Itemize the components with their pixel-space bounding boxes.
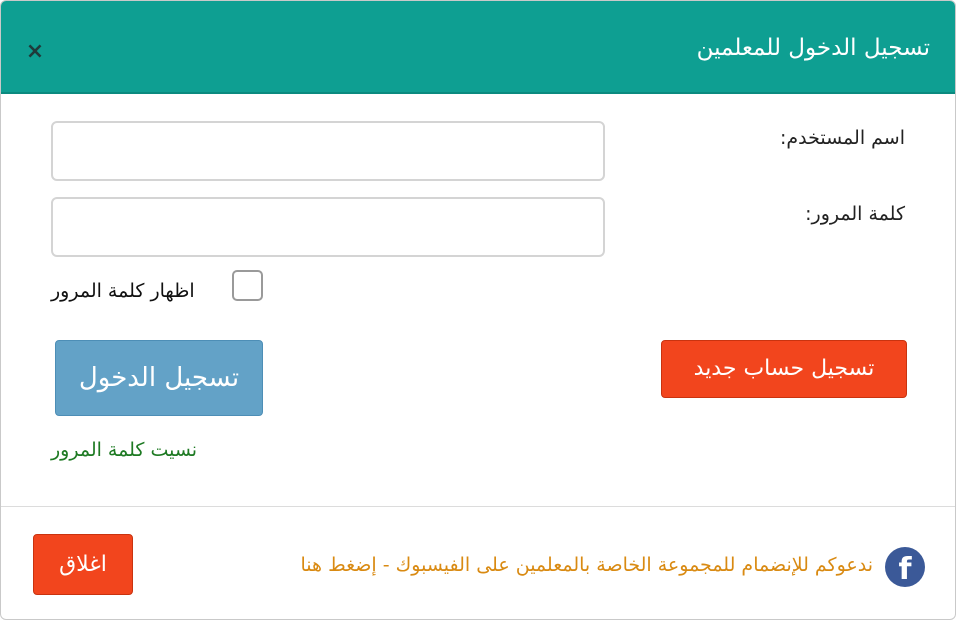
footer-divider <box>1 506 955 507</box>
password-label: كلمة المرور: <box>805 203 905 225</box>
modal-header: تسجيل الدخول للمعلمين × <box>1 1 955 94</box>
show-password-checkbox[interactable] <box>232 270 263 301</box>
login-modal: تسجيل الدخول للمعلمين × اسم المستخدم: كل… <box>0 0 956 620</box>
register-button[interactable]: تسجيل حساب جديد <box>661 340 907 398</box>
show-password-label: اظهار كلمة المرور <box>51 280 195 302</box>
close-button[interactable]: اغلاق <box>33 534 133 595</box>
username-label: اسم المستخدم: <box>779 127 905 149</box>
facebook-icon[interactable]: f <box>885 547 925 587</box>
close-icon[interactable]: × <box>24 41 46 63</box>
username-input[interactable] <box>51 121 605 181</box>
modal-title: تسجيل الدخول للمعلمين <box>696 35 930 61</box>
login-button[interactable]: تسجيل الدخول <box>55 340 263 416</box>
facebook-group-link[interactable]: ندعوكم للإنضمام للمجموعة الخاصة بالمعلمي… <box>300 551 873 579</box>
forgot-password-link[interactable]: نسيت كلمة المرور <box>51 437 197 463</box>
password-input[interactable] <box>51 197 605 257</box>
